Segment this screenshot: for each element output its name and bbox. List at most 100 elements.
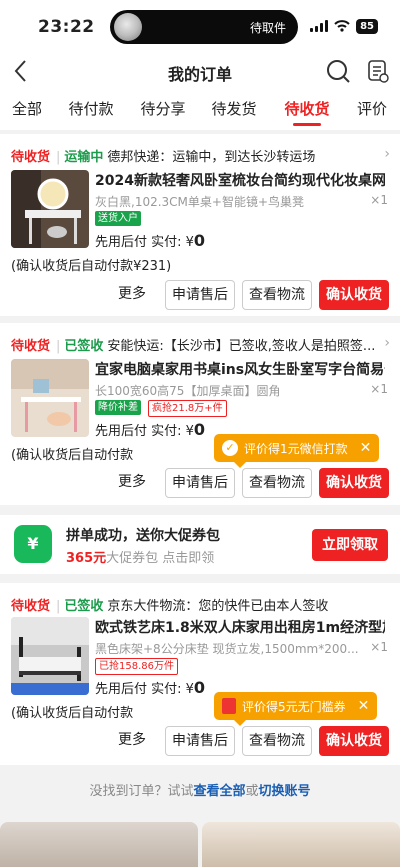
more-button[interactable]: 更多: [106, 280, 158, 310]
payment-line: 先用后付 实付: ¥0: [95, 678, 205, 697]
chevron-right-icon[interactable]: ›: [384, 335, 390, 351]
promo-title: 拼单成功，送你大促券包: [66, 528, 220, 544]
carrier-info: 京东大件物流：您的快件已由本人签收: [107, 599, 329, 614]
product-spec: 灰白黑,102.3CM单桌+智能镜+鸟巢凳: [95, 195, 305, 209]
view-logistics-button[interactable]: 查看物流: [242, 468, 312, 498]
tab-pending-shipment[interactable]: 待发货: [198, 92, 270, 130]
product-spec: 黑色床架+8公分床垫 现货立发,1500mm*200...: [95, 642, 359, 656]
pay-amount: 0: [193, 678, 206, 697]
close-icon[interactable]: ✕: [358, 698, 370, 714]
search-icon[interactable]: [325, 58, 351, 84]
tag-hot-sales: 疯抢21.8万+件: [148, 400, 227, 417]
more-button[interactable]: 更多: [106, 726, 158, 756]
coupon-icon: ¥: [14, 525, 52, 563]
confirm-receipt-button[interactable]: 确认收货: [319, 726, 389, 756]
status-time: 23:22: [38, 17, 95, 37]
order-header[interactable]: 待收货 | 已签收 安能快运:【长沙市】已签收,签收人是拍照签...: [11, 335, 379, 354]
order-card[interactable]: 待收货 | 已签收 京东大件物流：您的快件已由本人签收 欧式铁艺床1.8米双人床家用出…: [0, 583, 400, 765]
product-quantity: ×1: [370, 382, 388, 396]
order-actions: 更多 申请售后 查看物流 确认收货: [106, 726, 389, 756]
carrier-info: 安能快运:【长沙市】已签收,签收人是拍照签...: [107, 339, 376, 354]
footer-mid: 或: [245, 784, 259, 799]
confirm-receipt-button[interactable]: 确认收货: [319, 280, 389, 310]
review-coupon-tip[interactable]: 评价得5元无门槛券 ✕: [214, 692, 378, 726]
order-status: 待收货: [11, 339, 51, 354]
pay-label: 先用后付 实付: ¥: [95, 682, 194, 697]
order-header[interactable]: 待收货 | 运输中 德邦快递：运输中，到达长沙转运场: [11, 146, 379, 165]
auto-pay-note: (确认收货后自动付款: [11, 706, 134, 721]
order-more-icon[interactable]: [366, 58, 390, 84]
product-image[interactable]: [11, 617, 89, 695]
switch-account-link[interactable]: 切换账号: [259, 784, 311, 799]
order-actions: 更多 申请售后 查看物流 确认收货: [106, 468, 389, 498]
tag-delivery: 送货入户: [95, 211, 141, 226]
product-name[interactable]: 欧式铁艺床1.8米双人床家用出租房1m经济型加: [95, 617, 385, 637]
dynamic-island[interactable]: 待取件: [110, 10, 298, 44]
recommendation-strip: [0, 822, 400, 867]
chevron-right-icon[interactable]: ›: [384, 146, 390, 162]
after-sale-button[interactable]: 申请售后: [165, 726, 235, 756]
promo-banner[interactable]: ¥ 拼单成功，送你大促券包 365元大促券包 点击即领 立即领取: [0, 515, 400, 574]
wifi-icon: [334, 20, 350, 32]
pay-label: 先用后付 实付: ¥: [95, 235, 194, 250]
view-logistics-button[interactable]: 查看物流: [242, 726, 312, 756]
product-name[interactable]: 宜家电脑桌家用书桌ins风女生卧室写字台简易长: [95, 359, 385, 379]
order-tabs: 全部 待付款 待分享 待发货 待收货 评价: [0, 92, 400, 130]
view-logistics-button[interactable]: 查看物流: [242, 280, 312, 310]
pay-amount: 0: [193, 231, 206, 250]
after-sale-button[interactable]: 申请售后: [165, 468, 235, 498]
logistics-status: 已签收: [64, 339, 104, 354]
order-header[interactable]: 待收货 | 已签收 京东大件物流：您的快件已由本人签收: [11, 595, 379, 614]
promo-desc-line: 365元大促券包 点击即领: [66, 547, 214, 566]
product-image[interactable]: [11, 170, 89, 248]
auto-pay-note: (确认收货后自动付款¥231): [11, 259, 172, 274]
payment-line: 先用后付 实付: ¥0: [95, 420, 205, 439]
product-image[interactable]: [11, 359, 89, 437]
tag-sales-count: 已抢158.86万件: [95, 658, 178, 675]
tag-price-drop: 降价补差: [95, 400, 141, 415]
product-quantity: ×1: [370, 640, 388, 654]
red-packet-icon: [222, 698, 236, 714]
status-bar: 23:22 待取件 85: [0, 0, 400, 52]
tab-pending-share[interactable]: 待分享: [128, 92, 198, 130]
tab-all[interactable]: 全部: [0, 92, 54, 130]
island-avatar: [114, 13, 142, 41]
claim-now-button[interactable]: 立即领取: [312, 529, 388, 561]
status-icons: 85: [310, 18, 378, 34]
after-sale-button[interactable]: 申请售后: [165, 280, 235, 310]
logistics-status: 运输中: [64, 150, 104, 165]
tab-pending-receipt[interactable]: 待收货: [270, 92, 344, 130]
tab-pending-payment[interactable]: 待付款: [54, 92, 128, 130]
product-name[interactable]: 2024新款轻奢风卧室梳妆台简约现代化妆桌网红i: [95, 170, 385, 190]
order-card[interactable]: 待收货 | 运输中 德邦快递：运输中，到达长沙转运场 › 2024新款轻奢风卧室梳妆台…: [0, 134, 400, 316]
pay-amount: 0: [193, 420, 206, 439]
tip-text: 评价得5元无门槛券: [242, 699, 346, 714]
auto-pay-note: (确认收货后自动付款: [11, 448, 134, 463]
pickup-label: 待取件: [249, 21, 286, 35]
recommendation-image[interactable]: [202, 822, 400, 867]
nav-bar: 我的订单: [0, 52, 400, 92]
product-spec: 长100宽60高75【加厚桌面】圆角: [95, 384, 281, 398]
tab-review[interactable]: 评价: [344, 92, 400, 130]
order-status: 待收货: [11, 599, 51, 614]
review-reward-tip[interactable]: ✓ 评价得1元微信打款 ✕: [214, 434, 380, 468]
order-card[interactable]: 待收货 | 已签收 安能快运:【长沙市】已签收,签收人是拍照签... › 宜家电脑桌家…: [0, 323, 400, 505]
tip-text: 评价得1元微信打款: [244, 441, 348, 456]
pay-label: 先用后付 实付: ¥: [95, 424, 194, 439]
order-actions: 更多 申请售后 查看物流 确认收货: [106, 280, 389, 310]
confirm-receipt-button[interactable]: 确认收货: [319, 468, 389, 498]
promo-desc: 大促券包 点击即领: [106, 551, 215, 566]
close-icon[interactable]: ✕: [360, 440, 372, 456]
check-circle-icon: ✓: [222, 440, 238, 456]
recommendation-image[interactable]: [0, 822, 198, 867]
order-status: 待收货: [11, 150, 51, 165]
logistics-status: 已签收: [64, 599, 104, 614]
footer-prefix: 没找到订单？试试: [89, 784, 194, 799]
view-all-link[interactable]: 查看全部: [193, 784, 245, 799]
promo-amount: 365元: [66, 551, 107, 566]
more-button[interactable]: 更多: [106, 468, 158, 498]
signal-icon: [310, 20, 329, 32]
payment-line: 先用后付 实付: ¥0: [95, 231, 205, 250]
footer-hint: 没找到订单？试试查看全部或切换账号: [0, 780, 400, 799]
battery-icon: 85: [356, 18, 378, 34]
